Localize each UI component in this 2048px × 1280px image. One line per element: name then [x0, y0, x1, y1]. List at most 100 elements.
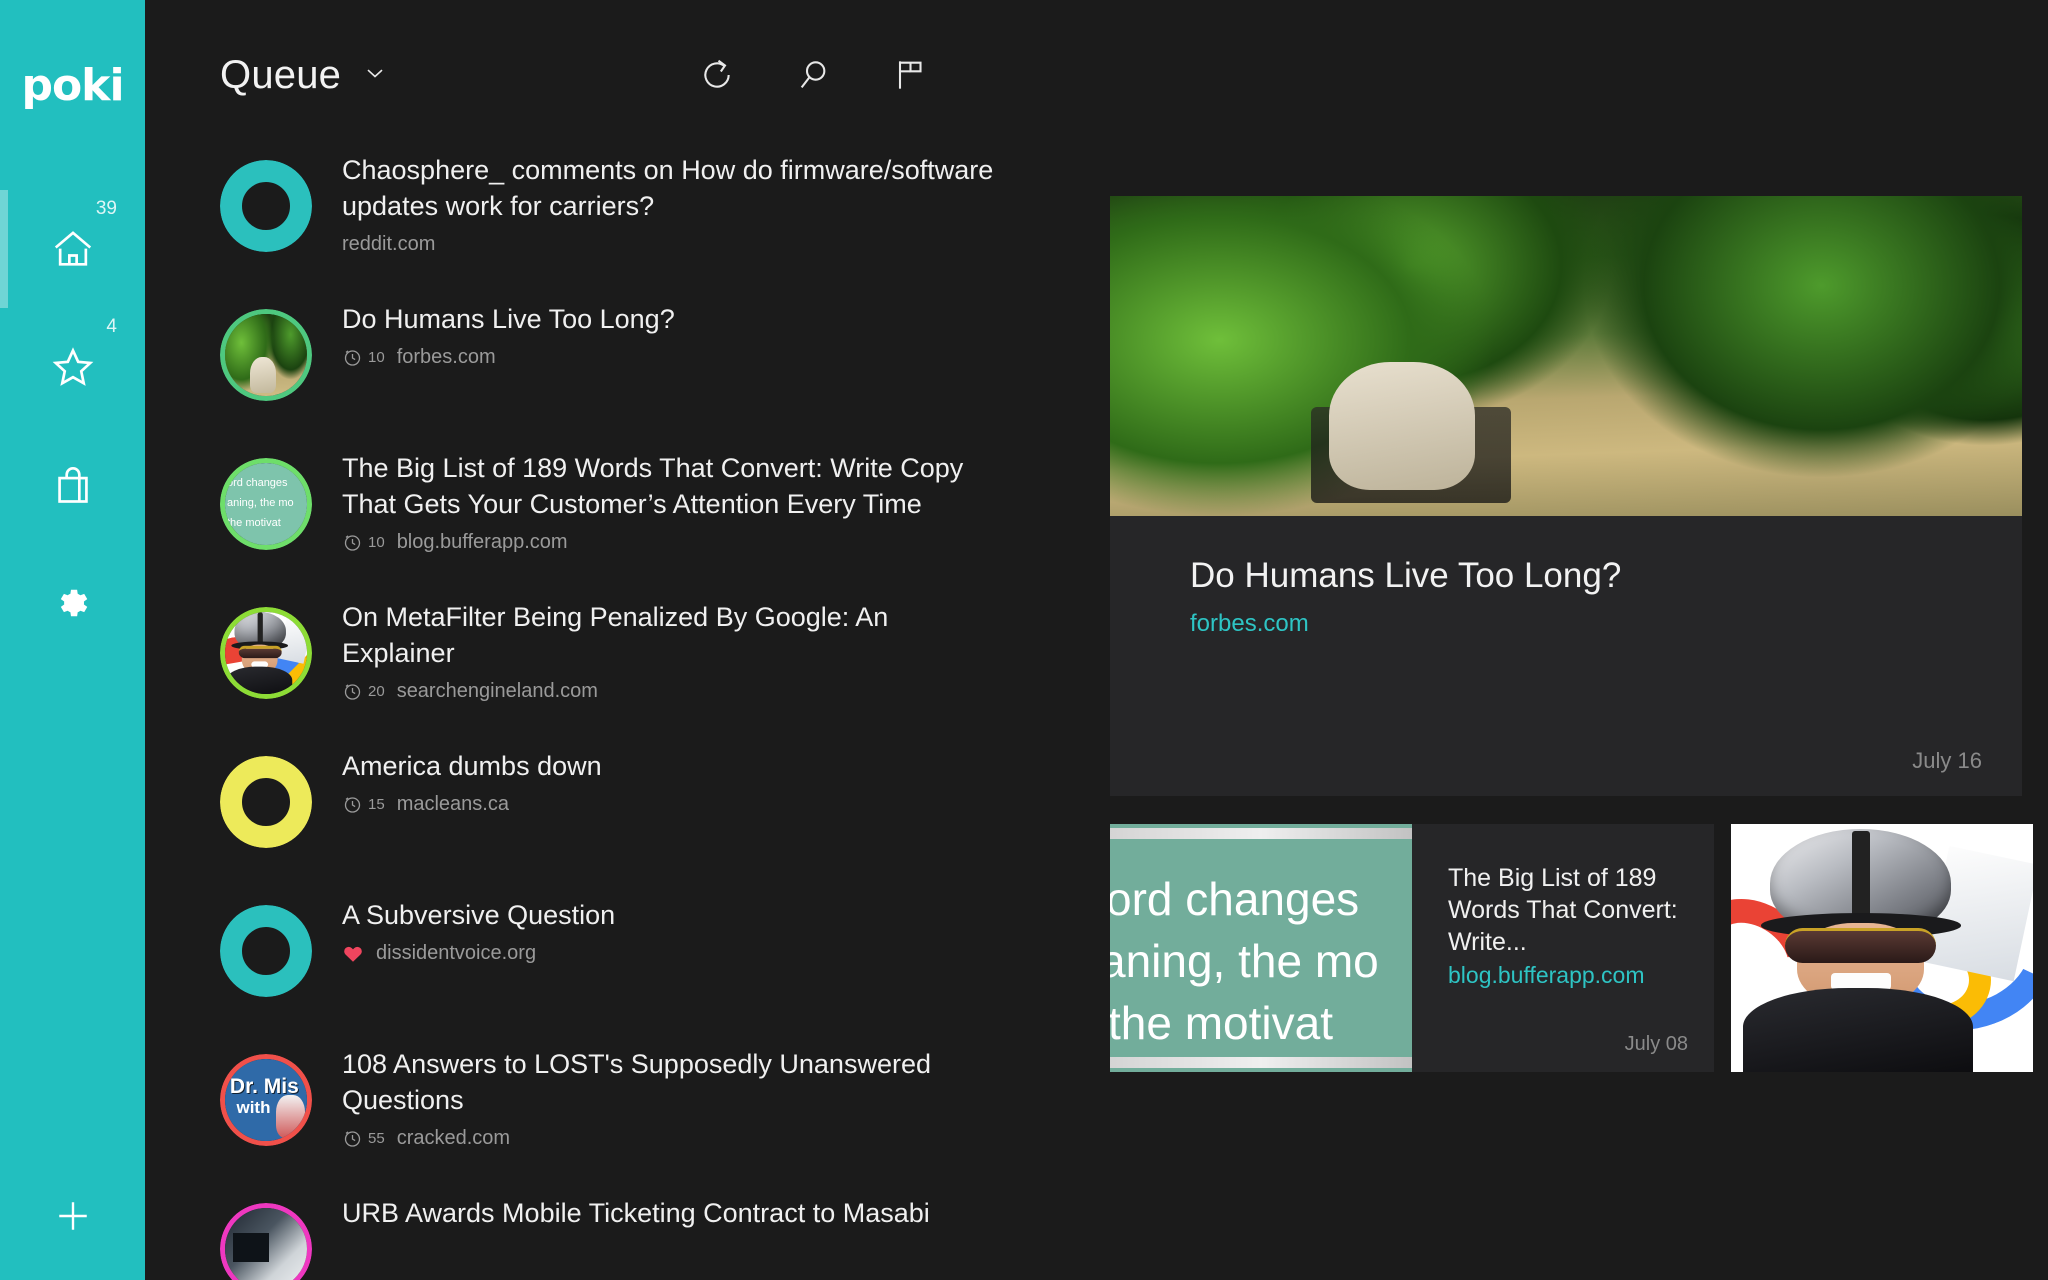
sidebar: poki 39 4: [0, 0, 145, 1280]
queue-title-button[interactable]: Queue: [220, 53, 389, 98]
sidebar-item-settings[interactable]: [0, 544, 145, 662]
queue-item-meta: dissidentvoice.org: [342, 942, 995, 965]
queue-list-item[interactable]: ord changesaning, the mothe motivat The B…: [220, 448, 995, 563]
gear-icon: [50, 580, 96, 626]
queue-item-meta: 15 macleans.ca: [342, 793, 995, 816]
read-minutes: 20: [368, 683, 385, 700]
clock-icon: [342, 794, 363, 815]
queue-item-meta: reddit.com: [342, 233, 995, 256]
avatar-thumbnail: Dr. Miswith: [220, 1054, 312, 1146]
buffer-word-changes-thumbnail: ord changes aning, the mo the motivat: [1110, 824, 1412, 1072]
queue-item-body: A Subversive Question dissidentvoice.org: [342, 895, 995, 965]
avatar-ring: [220, 756, 312, 848]
sidebar-item-favorites[interactable]: 4: [0, 308, 145, 426]
queue-item-domain: blog.bufferapp.com: [397, 531, 568, 554]
avatar[interactable]: Dr. Miswith: [220, 1054, 312, 1146]
queue-list-item[interactable]: On MetaFilter Being Penalized By Google:…: [220, 597, 995, 712]
hero-title: Do Humans Live Too Long?: [1190, 554, 2022, 598]
hero-domain[interactable]: forbes.com: [1190, 610, 2022, 638]
sidebar-nav: 39 4: [0, 190, 145, 662]
helmet-man-photo: [1731, 824, 2033, 1072]
article-card-helmet[interactable]: [1731, 824, 2033, 1072]
queue-list-item[interactable]: A Subversive Question dissidentvoice.org: [220, 895, 995, 1010]
flag-button[interactable]: [889, 55, 929, 95]
read-minutes: 15: [368, 796, 385, 813]
flag-icon: [889, 55, 929, 95]
queue-list-item[interactable]: Chaosphere_ comments on How do firmware/…: [220, 150, 995, 265]
queue-item-body: The Big List of 189 Words That Convert: …: [342, 448, 995, 554]
queue-item-title: Chaosphere_ comments on How do firmware/…: [342, 152, 995, 224]
sidebar-item-home[interactable]: 39: [0, 190, 145, 308]
card-image-buffer: ord changes aning, the mo the motivat: [1110, 824, 1412, 1072]
queue-item-title: 108 Answers to LOST's Supposedly Unanswe…: [342, 1046, 995, 1118]
read-minutes: 10: [368, 534, 385, 551]
bag-icon: [50, 462, 96, 508]
queue-list-item[interactable]: Do Humans Live Too Long?10forbes.com: [220, 299, 995, 414]
add-item-button[interactable]: [0, 1194, 145, 1238]
read-minutes: 55: [368, 1130, 385, 1147]
queue-list-pane: Queue: [145, 0, 1035, 1280]
search-button[interactable]: [793, 55, 833, 95]
queue-list: Chaosphere_ comments on How do firmware/…: [145, 150, 1035, 1280]
sidebar-item-archive[interactable]: [0, 426, 145, 544]
clock-icon: [342, 347, 363, 368]
hero-card[interactable]: Do Humans Live Too Long? forbes.com July…: [1110, 196, 2022, 796]
clock-icon: [342, 681, 363, 702]
read-minutes: 10: [368, 349, 385, 366]
avatar[interactable]: [220, 309, 312, 401]
queue-item-body: Do Humans Live Too Long?10forbes.com: [342, 299, 995, 369]
queue-list-item[interactable]: Dr. Miswith 108 Answers to LOST's Suppose…: [220, 1044, 995, 1159]
queue-list-item[interactable]: America dumbs down 15 macleans.ca: [220, 746, 995, 861]
refresh-button[interactable]: [697, 55, 737, 95]
avatar[interactable]: [220, 905, 312, 997]
queue-item-meta: 10 blog.bufferapp.com: [342, 531, 995, 554]
queue-item-body: URB Awards Mobile Ticketing Contract to …: [342, 1193, 995, 1240]
home-icon: [50, 226, 96, 272]
avatar-thumbnail: [220, 1203, 312, 1280]
search-icon: [793, 55, 833, 95]
queue-item-body: 108 Answers to LOST's Supposedly Unanswe…: [342, 1044, 995, 1150]
queue-item-domain: macleans.ca: [397, 793, 509, 816]
article-card-buffer[interactable]: ord changes aning, the mo the motivat Th…: [1110, 824, 1714, 1072]
avatar[interactable]: [220, 756, 312, 848]
avatar[interactable]: ord changesaning, the mothe motivat: [220, 458, 312, 550]
avatar-thumbnail: [220, 309, 312, 401]
card-domain[interactable]: blog.bufferapp.com: [1448, 962, 1688, 989]
queue-item-body: Chaosphere_ comments on How do firmware/…: [342, 150, 995, 256]
clock-icon: [342, 532, 363, 553]
avatar-ring: [220, 160, 312, 252]
page-title: Queue: [220, 53, 341, 98]
topbar-actions: [697, 55, 975, 95]
detail-pane: Do Humans Live Too Long? forbes.com July…: [1035, 0, 2048, 1280]
card-date: July 08: [1625, 1033, 1688, 1056]
park-bench-photo: [1110, 196, 2022, 516]
hero-date: July 16: [1912, 748, 1982, 774]
queue-item-body: On MetaFilter Being Penalized By Google:…: [342, 597, 995, 703]
home-badge: 39: [96, 198, 117, 220]
avatar[interactable]: [220, 607, 312, 699]
app-logo: poki: [0, 60, 145, 111]
queue-item-title: On MetaFilter Being Penalized By Google:…: [342, 599, 995, 671]
queue-list-item[interactable]: URB Awards Mobile Ticketing Contract to …: [220, 1193, 995, 1280]
avatar[interactable]: [220, 1203, 312, 1280]
queue-item-body: America dumbs down 15 macleans.ca: [342, 746, 995, 816]
hero-image: [1110, 196, 2022, 516]
favorites-badge: 4: [106, 316, 117, 338]
queue-item-title: URB Awards Mobile Ticketing Contract to …: [342, 1195, 995, 1231]
queue-item-domain: cracked.com: [397, 1127, 510, 1150]
queue-item-domain: dissidentvoice.org: [376, 942, 536, 965]
heart-icon: [342, 943, 364, 965]
thumb-line-1: ord changes: [1110, 872, 1359, 926]
queue-item-title: America dumbs down: [342, 748, 995, 784]
card-body-buffer: The Big List of 189 Words That Convert: …: [1412, 824, 1714, 1072]
app-root: poki 39 4: [0, 0, 2048, 1280]
card-row: ord changes aning, the mo the motivat Th…: [1110, 824, 2033, 1072]
queue-topbar: Queue: [145, 0, 1035, 150]
queue-item-title: Do Humans Live Too Long?: [342, 301, 995, 337]
card-title: The Big List of 189 Words That Convert: …: [1448, 862, 1688, 958]
refresh-icon: [697, 55, 737, 95]
queue-item-title: A Subversive Question: [342, 897, 995, 933]
chevron-down-icon: [361, 59, 389, 92]
avatar-thumbnail: ord changesaning, the mothe motivat: [220, 458, 312, 550]
avatar[interactable]: [220, 160, 312, 252]
